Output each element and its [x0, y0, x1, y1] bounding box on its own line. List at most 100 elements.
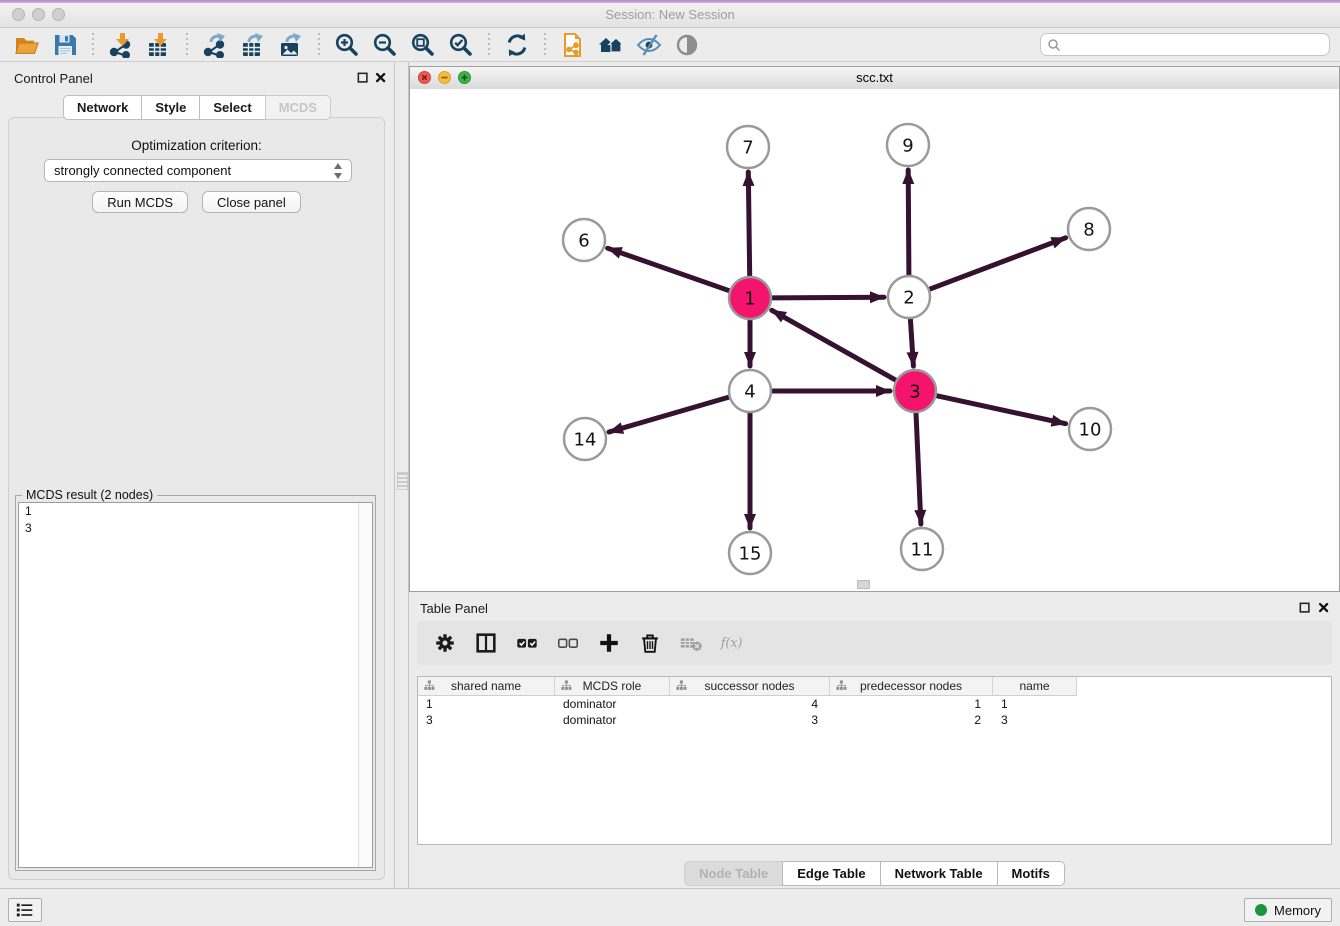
result-scrollbar[interactable] [358, 503, 372, 867]
graph-edge-3-1[interactable] [772, 310, 896, 380]
memory-button[interactable]: Memory [1244, 898, 1332, 922]
table-cell: 2 [830, 713, 993, 727]
graph-edge-3-11[interactable] [916, 413, 921, 524]
tab-style[interactable]: Style [141, 95, 200, 120]
graph-edge-1-2[interactable] [772, 297, 884, 298]
run-mcds-button[interactable]: Run MCDS [92, 191, 188, 213]
show-columns-icon[interactable] [472, 629, 500, 657]
delete-row-icon[interactable] [636, 629, 664, 657]
mcds-result-items: 13 [19, 503, 372, 537]
close-icon[interactable] [374, 71, 388, 85]
float-icon[interactable] [1298, 601, 1312, 615]
show-hide-graphics-icon[interactable] [672, 31, 702, 59]
graph-edge-4-14[interactable] [609, 397, 729, 432]
deselect-all-icon[interactable] [554, 629, 582, 657]
column-type-icon [676, 680, 687, 694]
zoom-fit-icon[interactable] [408, 31, 438, 59]
open-session-icon[interactable] [12, 31, 42, 59]
column-header-name[interactable]: name [993, 677, 1077, 696]
export-image-icon[interactable] [276, 31, 306, 59]
graph-node-9[interactable]: 9 [887, 124, 929, 166]
delete-table-column-icon [677, 629, 705, 657]
import-table-icon[interactable] [144, 31, 174, 59]
table-row[interactable]: 1dominator411 [418, 696, 1331, 712]
vertical-splitter[interactable] [394, 62, 409, 888]
graph-node-1[interactable]: 1 [729, 277, 771, 319]
column-header-predecessor-nodes[interactable]: predecessor nodes [830, 677, 993, 696]
tab-select[interactable]: Select [199, 95, 265, 120]
export-table-icon[interactable] [238, 31, 268, 59]
zoom-in-icon[interactable] [332, 31, 362, 59]
task-history-button[interactable] [8, 898, 42, 922]
graph-node-11[interactable]: 11 [901, 528, 943, 570]
network-canvas[interactable]: 7 9 6 8 1 2 4 3 14 10 15 11 [410, 89, 1339, 591]
export-network-icon[interactable] [200, 31, 230, 59]
svg-text:1: 1 [744, 288, 755, 309]
float-icon[interactable] [356, 71, 370, 85]
graph-node-14[interactable]: 14 [564, 418, 606, 460]
tab-node-table[interactable]: Node Table [684, 861, 783, 886]
graph-node-2[interactable]: 2 [888, 276, 930, 318]
zoom-selected-icon[interactable] [446, 31, 476, 59]
svg-text:4: 4 [744, 381, 755, 402]
graph-edge-2-8[interactable] [930, 238, 1066, 289]
graph-node-8[interactable]: 8 [1068, 208, 1110, 250]
tab-edge-table[interactable]: Edge Table [782, 861, 880, 886]
search-input[interactable] [1061, 37, 1329, 53]
settings-gear-icon[interactable] [431, 629, 459, 657]
toolbar-separator [488, 33, 490, 57]
graph-edge-1-7[interactable] [748, 172, 749, 276]
refresh-icon[interactable] [502, 31, 532, 59]
criterion-dropdown[interactable]: strongly connected component [44, 159, 352, 182]
hide-selected-icon[interactable] [634, 31, 664, 59]
table-cell: 1 [418, 697, 555, 711]
close-panel-button[interactable]: Close panel [202, 191, 301, 213]
node-table[interactable]: shared name MCDS role successor nodesprede… [417, 676, 1332, 845]
table-row[interactable]: 3dominator323 [418, 712, 1331, 728]
table-cell: 3 [418, 713, 555, 727]
tab-network[interactable]: Network [63, 95, 142, 120]
control-panel: Control Panel NetworkStyleSelectMCDS Opt… [0, 62, 394, 888]
search-icon [1047, 38, 1061, 52]
column-header-successor-nodes[interactable]: successor nodes [670, 677, 830, 696]
mcds-result-list[interactable]: 13 [18, 502, 373, 868]
column-label: MCDS role [583, 679, 642, 693]
select-all-icon[interactable] [513, 629, 541, 657]
network-graph: 7 9 6 8 1 2 4 3 14 10 15 11 [410, 89, 1339, 592]
svg-text:8: 8 [1083, 219, 1094, 240]
graph-node-10[interactable]: 10 [1069, 408, 1111, 450]
import-network-icon[interactable] [106, 31, 136, 59]
close-icon[interactable] [1317, 601, 1331, 615]
graph-node-7[interactable]: 7 [727, 126, 769, 168]
search-box[interactable] [1040, 33, 1330, 56]
network-title: scc.txt [410, 70, 1339, 85]
svg-text:2: 2 [903, 287, 914, 308]
graph-node-6[interactable]: 6 [563, 219, 605, 261]
mcds-result-item[interactable]: 1 [19, 503, 372, 520]
graph-node-15[interactable]: 15 [729, 532, 771, 574]
save-session-icon[interactable] [50, 31, 80, 59]
tab-network-table[interactable]: Network Table [880, 861, 998, 886]
graph-edge-3-10[interactable] [937, 396, 1066, 424]
graph-edge-1-6[interactable] [608, 248, 730, 291]
network-resize-grip[interactable] [857, 580, 870, 589]
column-header-mcds-role[interactable]: MCDS role [555, 677, 670, 696]
table-cell: 3 [993, 713, 1077, 727]
zoom-out-icon[interactable] [370, 31, 400, 59]
column-type-icon [424, 680, 435, 694]
first-neighbors-icon[interactable] [596, 31, 626, 59]
graph-node-4[interactable]: 4 [729, 370, 771, 412]
table-cell: 1 [993, 697, 1077, 711]
graph-edge-2-9[interactable] [908, 170, 909, 275]
graph-node-3[interactable]: 3 [894, 370, 936, 412]
tab-mcds[interactable]: MCDS [265, 95, 331, 120]
new-network-from-selection-icon[interactable] [558, 31, 588, 59]
add-row-icon[interactable] [595, 629, 623, 657]
column-header-shared-name[interactable]: shared name [418, 677, 555, 696]
mcds-panel: Optimization criterion: strongly connect… [8, 117, 385, 880]
table-tabs: Node TableEdge TableNetwork TableMotifs [409, 861, 1340, 886]
tab-motifs[interactable]: Motifs [997, 861, 1065, 886]
mcds-result-item[interactable]: 3 [19, 520, 372, 537]
splitter-grip[interactable] [397, 472, 408, 490]
graph-edge-2-3[interactable] [910, 319, 913, 366]
